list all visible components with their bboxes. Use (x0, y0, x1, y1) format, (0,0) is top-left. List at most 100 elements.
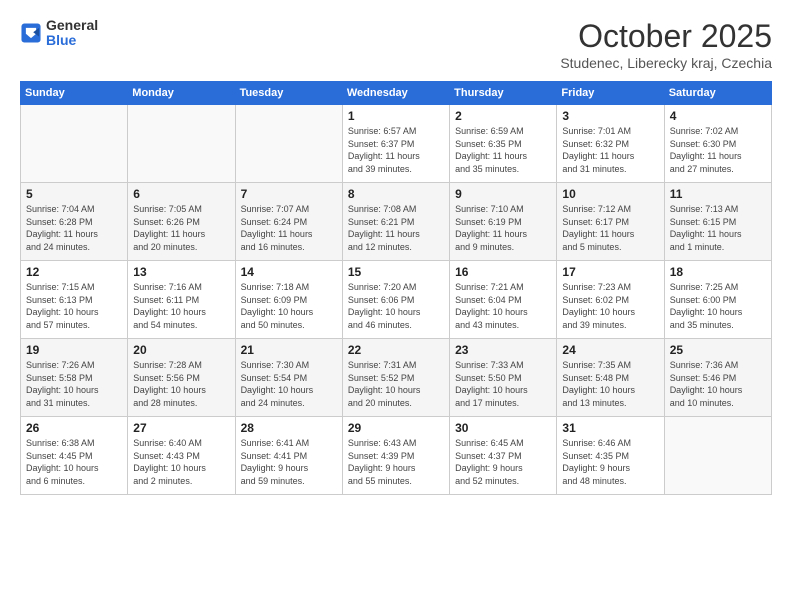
day-info: Sunrise: 6:38 AM Sunset: 4:45 PM Dayligh… (26, 437, 122, 487)
logo-blue-text: Blue (46, 33, 98, 48)
day-info: Sunrise: 6:46 AM Sunset: 4:35 PM Dayligh… (562, 437, 658, 487)
day-info: Sunrise: 7:16 AM Sunset: 6:11 PM Dayligh… (133, 281, 229, 331)
day-info: Sunrise: 7:01 AM Sunset: 6:32 PM Dayligh… (562, 125, 658, 175)
day-number: 9 (455, 187, 551, 201)
day-info: Sunrise: 7:08 AM Sunset: 6:21 PM Dayligh… (348, 203, 444, 253)
calendar-cell (128, 105, 235, 183)
calendar-cell: 20 Sunrise: 7:28 AM Sunset: 5:56 PM Dayli… (128, 339, 235, 417)
day-info: Sunrise: 7:12 AM Sunset: 6:17 PM Dayligh… (562, 203, 658, 253)
calendar-cell: 12 Sunrise: 7:15 AM Sunset: 6:13 PM Dayli… (21, 261, 128, 339)
calendar-cell: 21 Sunrise: 7:30 AM Sunset: 5:54 PM Dayli… (235, 339, 342, 417)
week-row-4: 26 Sunrise: 6:38 AM Sunset: 4:45 PM Dayli… (21, 417, 772, 495)
day-number: 21 (241, 343, 337, 357)
day-info: Sunrise: 7:05 AM Sunset: 6:26 PM Dayligh… (133, 203, 229, 253)
day-info: Sunrise: 6:40 AM Sunset: 4:43 PM Dayligh… (133, 437, 229, 487)
header-friday: Friday (557, 82, 664, 105)
day-info: Sunrise: 7:04 AM Sunset: 6:28 PM Dayligh… (26, 203, 122, 253)
day-info: Sunrise: 7:15 AM Sunset: 6:13 PM Dayligh… (26, 281, 122, 331)
calendar-cell (235, 105, 342, 183)
day-info: Sunrise: 7:13 AM Sunset: 6:15 PM Dayligh… (670, 203, 766, 253)
day-number: 11 (670, 187, 766, 201)
calendar-cell: 7 Sunrise: 7:07 AM Sunset: 6:24 PM Daylig… (235, 183, 342, 261)
day-info: Sunrise: 7:31 AM Sunset: 5:52 PM Dayligh… (348, 359, 444, 409)
calendar-cell: 26 Sunrise: 6:38 AM Sunset: 4:45 PM Dayli… (21, 417, 128, 495)
day-info: Sunrise: 7:25 AM Sunset: 6:00 PM Dayligh… (670, 281, 766, 331)
calendar-cell (21, 105, 128, 183)
day-info: Sunrise: 7:30 AM Sunset: 5:54 PM Dayligh… (241, 359, 337, 409)
header: General Blue October 2025 Studenec, Libe… (20, 18, 772, 71)
header-saturday: Saturday (664, 82, 771, 105)
day-number: 18 (670, 265, 766, 279)
calendar-cell: 31 Sunrise: 6:46 AM Sunset: 4:35 PM Dayli… (557, 417, 664, 495)
calendar-cell: 22 Sunrise: 7:31 AM Sunset: 5:52 PM Dayli… (342, 339, 449, 417)
day-info: Sunrise: 7:36 AM Sunset: 5:46 PM Dayligh… (670, 359, 766, 409)
calendar-cell: 18 Sunrise: 7:25 AM Sunset: 6:00 PM Dayli… (664, 261, 771, 339)
calendar-table: SundayMondayTuesdayWednesdayThursdayFrid… (20, 81, 772, 495)
day-info: Sunrise: 7:28 AM Sunset: 5:56 PM Dayligh… (133, 359, 229, 409)
calendar-cell: 5 Sunrise: 7:04 AM Sunset: 6:28 PM Daylig… (21, 183, 128, 261)
day-info: Sunrise: 7:26 AM Sunset: 5:58 PM Dayligh… (26, 359, 122, 409)
calendar-cell: 3Sunrise: 7:01 AM Sunset: 6:32 PM Daylig… (557, 105, 664, 183)
calendar-cell: 29 Sunrise: 6:43 AM Sunset: 4:39 PM Dayli… (342, 417, 449, 495)
day-number: 20 (133, 343, 229, 357)
day-info: Sunrise: 6:45 AM Sunset: 4:37 PM Dayligh… (455, 437, 551, 487)
week-row-1: 5 Sunrise: 7:04 AM Sunset: 6:28 PM Daylig… (21, 183, 772, 261)
calendar-cell: 6 Sunrise: 7:05 AM Sunset: 6:26 PM Daylig… (128, 183, 235, 261)
day-info: Sunrise: 7:23 AM Sunset: 6:02 PM Dayligh… (562, 281, 658, 331)
calendar-cell: 14 Sunrise: 7:18 AM Sunset: 6:09 PM Dayli… (235, 261, 342, 339)
day-info: Sunrise: 7:20 AM Sunset: 6:06 PM Dayligh… (348, 281, 444, 331)
day-number: 12 (26, 265, 122, 279)
header-sunday: Sunday (21, 82, 128, 105)
calendar-cell: 8Sunrise: 7:08 AM Sunset: 6:21 PM Daylig… (342, 183, 449, 261)
day-number: 31 (562, 421, 658, 435)
day-info: Sunrise: 7:33 AM Sunset: 5:50 PM Dayligh… (455, 359, 551, 409)
day-number: 28 (241, 421, 337, 435)
day-number: 27 (133, 421, 229, 435)
day-number: 23 (455, 343, 551, 357)
day-number: 22 (348, 343, 444, 357)
month-title: October 2025 (560, 18, 772, 55)
day-number: 4 (670, 109, 766, 123)
header-tuesday: Tuesday (235, 82, 342, 105)
calendar-cell: 4 Sunrise: 7:02 AM Sunset: 6:30 PM Daylig… (664, 105, 771, 183)
day-number: 14 (241, 265, 337, 279)
day-number: 13 (133, 265, 229, 279)
calendar-cell: 19Sunrise: 7:26 AM Sunset: 5:58 PM Dayli… (21, 339, 128, 417)
day-number: 1 (348, 109, 444, 123)
header-monday: Monday (128, 82, 235, 105)
calendar-cell: 17Sunrise: 7:23 AM Sunset: 6:02 PM Dayli… (557, 261, 664, 339)
calendar-cell: 30Sunrise: 6:45 AM Sunset: 4:37 PM Dayli… (450, 417, 557, 495)
day-info: Sunrise: 7:21 AM Sunset: 6:04 PM Dayligh… (455, 281, 551, 331)
subtitle: Studenec, Liberecky kraj, Czechia (560, 55, 772, 71)
day-number: 6 (133, 187, 229, 201)
day-info: Sunrise: 7:07 AM Sunset: 6:24 PM Dayligh… (241, 203, 337, 253)
calendar-cell: 10 Sunrise: 7:12 AM Sunset: 6:17 PM Dayli… (557, 183, 664, 261)
calendar-cell: 2 Sunrise: 6:59 AM Sunset: 6:35 PM Daylig… (450, 105, 557, 183)
calendar-cell: 13 Sunrise: 7:16 AM Sunset: 6:11 PM Dayli… (128, 261, 235, 339)
week-row-3: 19Sunrise: 7:26 AM Sunset: 5:58 PM Dayli… (21, 339, 772, 417)
day-number: 10 (562, 187, 658, 201)
day-info: Sunrise: 7:02 AM Sunset: 6:30 PM Dayligh… (670, 125, 766, 175)
day-number: 7 (241, 187, 337, 201)
calendar-cell: 24Sunrise: 7:35 AM Sunset: 5:48 PM Dayli… (557, 339, 664, 417)
calendar-cell: 9 Sunrise: 7:10 AM Sunset: 6:19 PM Daylig… (450, 183, 557, 261)
header-thursday: Thursday (450, 82, 557, 105)
calendar-cell: 27 Sunrise: 6:40 AM Sunset: 4:43 PM Dayli… (128, 417, 235, 495)
calendar-cell: 25Sunrise: 7:36 AM Sunset: 5:46 PM Dayli… (664, 339, 771, 417)
day-number: 26 (26, 421, 122, 435)
day-number: 15 (348, 265, 444, 279)
day-info: Sunrise: 7:10 AM Sunset: 6:19 PM Dayligh… (455, 203, 551, 253)
day-info: Sunrise: 6:43 AM Sunset: 4:39 PM Dayligh… (348, 437, 444, 487)
day-info: Sunrise: 6:59 AM Sunset: 6:35 PM Dayligh… (455, 125, 551, 175)
day-number: 2 (455, 109, 551, 123)
calendar-cell: 1Sunrise: 6:57 AM Sunset: 6:37 PM Daylig… (342, 105, 449, 183)
day-info: Sunrise: 7:18 AM Sunset: 6:09 PM Dayligh… (241, 281, 337, 331)
calendar-cell (664, 417, 771, 495)
day-number: 16 (455, 265, 551, 279)
title-section: October 2025 Studenec, Liberecky kraj, C… (560, 18, 772, 71)
day-number: 24 (562, 343, 658, 357)
day-number: 29 (348, 421, 444, 435)
day-number: 5 (26, 187, 122, 201)
logo: General Blue (20, 18, 98, 49)
logo-icon (20, 22, 42, 44)
